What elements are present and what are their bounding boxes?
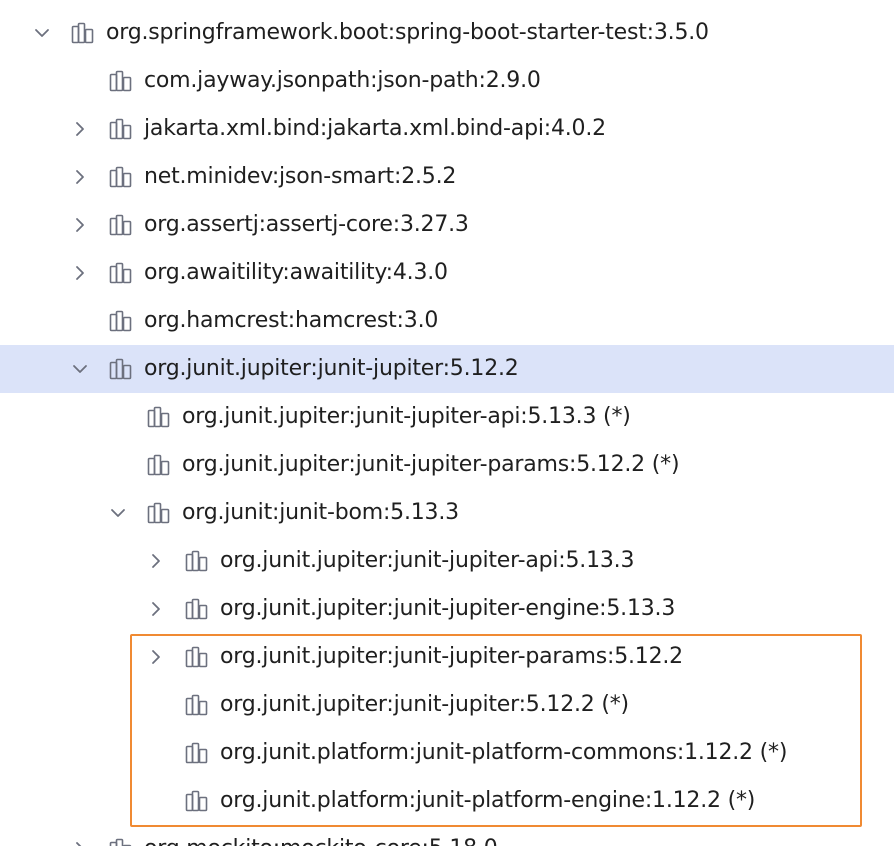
tree-row[interactable]: org.assertj:assertj-core:3.27.3 [0,201,894,249]
library-icon [108,57,134,105]
chevron-right-icon[interactable] [68,153,92,201]
tree-row[interactable]: org.junit.jupiter:junit-jupiter-api:5.13… [0,537,894,585]
tree-row-label: org.assertj:assertj-core:3.27.3 [144,212,469,237]
library-icon [108,297,134,345]
library-icon [146,489,172,537]
dependency-tree: org.springframework.boot:spring-boot-sta… [0,0,894,846]
tree-row[interactable]: org.junit.jupiter:junit-jupiter:5.12.2 [0,345,894,393]
chevron-down-icon[interactable] [106,489,130,537]
chevron-right-icon[interactable] [68,249,92,297]
library-icon [184,633,210,681]
library-icon [108,153,134,201]
library-icon [184,585,210,633]
chevron-down-icon[interactable] [68,345,92,393]
chevron-right-icon[interactable] [144,537,168,585]
library-icon [108,249,134,297]
tree-row[interactable]: com.jayway.jsonpath:json-path:2.9.0 [0,57,894,105]
tree-row-label: org.junit.jupiter:junit-jupiter:5.12.2 (… [220,692,629,717]
chevron-right-icon[interactable] [144,633,168,681]
library-icon [184,681,210,729]
tree-row[interactable]: net.minidev:json-smart:2.5.2 [0,153,894,201]
tree-row[interactable]: org.hamcrest:hamcrest:3.0 [0,297,894,345]
tree-row[interactable]: org.mockito:mockito-core:5.18.0 [0,825,894,846]
tree-row[interactable]: org.springframework.boot:spring-boot-sta… [0,9,894,57]
tree-row-label: org.hamcrest:hamcrest:3.0 [144,308,439,333]
chevron-down-icon[interactable] [30,9,54,57]
library-icon [108,345,134,393]
tree-row-label: org.junit.jupiter:junit-jupiter-engine:5… [220,596,676,621]
tree-row-label: org.awaitility:awaitility:4.3.0 [144,260,448,285]
tree-row[interactable]: org.junit.platform:junit-platform-common… [0,729,894,777]
tree-row[interactable]: org.junit.jupiter:junit-jupiter:5.12.2 (… [0,681,894,729]
tree-row[interactable]: org.junit.platform:junit-platform-engine… [0,777,894,825]
tree-row-label: jakarta.xml.bind:jakarta.xml.bind-api:4.… [144,116,606,141]
library-icon [146,441,172,489]
library-icon [108,201,134,249]
tree-row[interactable]: jakarta.xml.bind:jakarta.xml.bind-api:4.… [0,105,894,153]
library-icon [70,9,96,57]
tree-row-label: org.junit.jupiter:junit-jupiter-params:5… [220,644,683,669]
tree-row-label: org.junit.platform:junit-platform-common… [220,740,788,765]
tree-row-label: net.minidev:json-smart:2.5.2 [144,164,457,189]
chevron-right-icon[interactable] [68,105,92,153]
library-icon [184,777,210,825]
tree-row-label: com.jayway.jsonpath:json-path:2.9.0 [144,68,541,93]
tree-row-label: org.junit.jupiter:junit-jupiter-api:5.13… [220,548,635,573]
tree-row[interactable]: org.junit.jupiter:junit-jupiter-params:5… [0,633,894,681]
tree-row-label: org.junit.platform:junit-platform-engine… [220,788,756,813]
tree-row-label: org.junit.jupiter:junit-jupiter-params:5… [182,452,680,477]
tree-row[interactable]: org.junit.jupiter:junit-jupiter-api:5.13… [0,393,894,441]
library-icon [184,537,210,585]
tree-row[interactable]: org.junit:junit-bom:5.13.3 [0,489,894,537]
tree-row[interactable]: org.junit.jupiter:junit-jupiter-engine:5… [0,585,894,633]
library-icon [108,825,134,846]
tree-row-label: org.mockito:mockito-core:5.18.0 [144,825,498,846]
library-icon [146,393,172,441]
tree-row-label: org.junit.jupiter:junit-jupiter-api:5.13… [182,404,631,429]
chevron-right-icon[interactable] [68,825,92,846]
library-icon [108,105,134,153]
tree-row-label: org.junit.jupiter:junit-jupiter:5.12.2 [144,356,519,381]
tree-row[interactable]: org.junit.jupiter:junit-jupiter-params:5… [0,441,894,489]
chevron-right-icon[interactable] [144,585,168,633]
chevron-right-icon[interactable] [68,201,92,249]
tree-row-label: org.springframework.boot:spring-boot-sta… [106,20,709,45]
tree-row[interactable]: org.awaitility:awaitility:4.3.0 [0,249,894,297]
library-icon [184,729,210,777]
tree-row-label: org.junit:junit-bom:5.13.3 [182,500,459,525]
